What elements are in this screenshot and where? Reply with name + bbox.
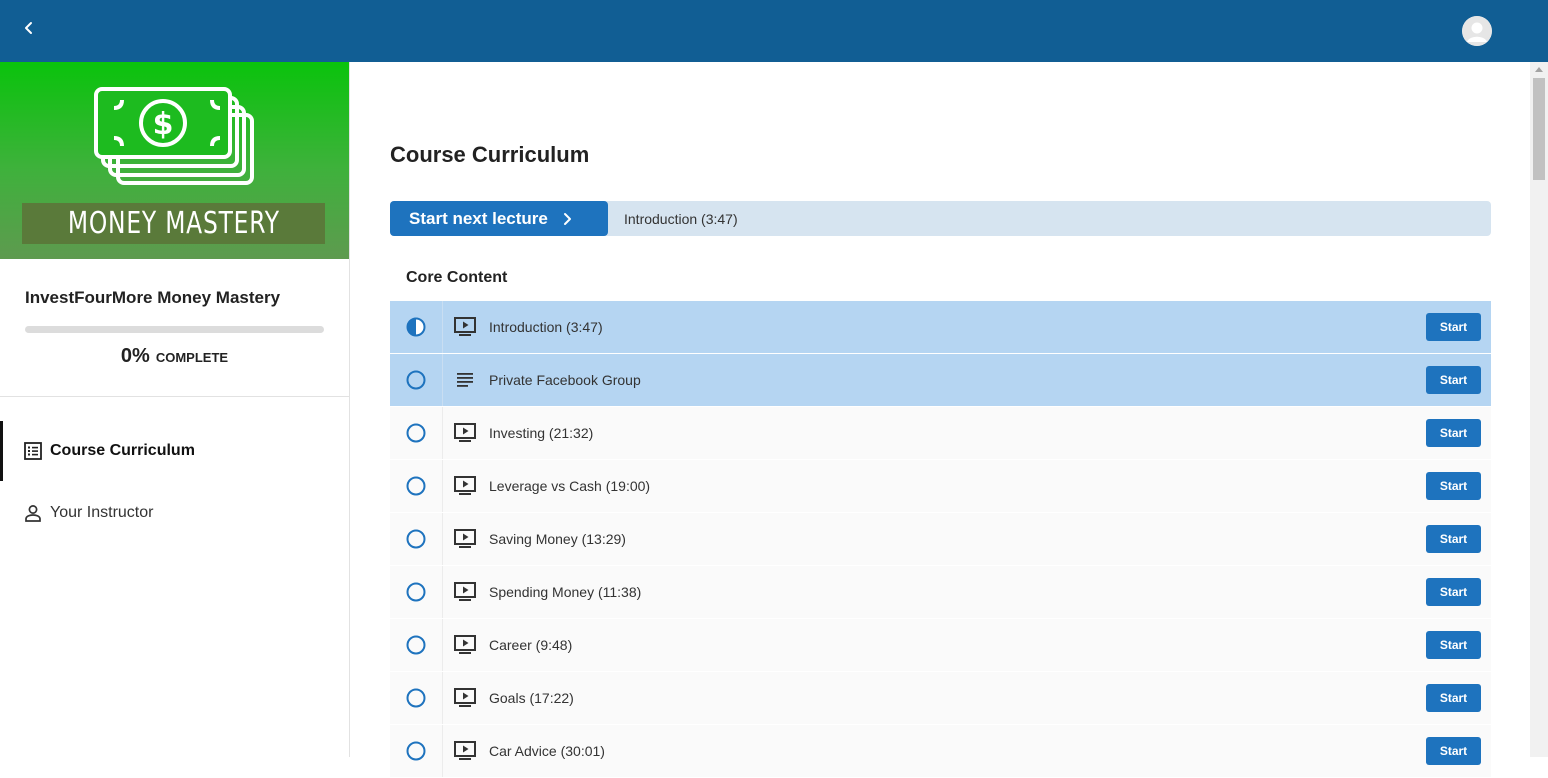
main-content: Course Curriculum Start next lecture Int… (350, 62, 1530, 778)
sidebar: $ MONEY MASTERY InvestFourMore Money Mas… (0, 62, 350, 757)
circle-icon (390, 354, 443, 406)
money-icon: $ (94, 87, 254, 185)
sidebar-divider (0, 396, 349, 397)
progress-complete-label: COMPLETE (155, 350, 229, 365)
lecture-row[interactable]: Spending Money (11:38) Start (390, 566, 1491, 619)
hero-title-band: MONEY MASTERY (22, 203, 325, 244)
lecture-row[interactable]: Saving Money (13:29) Start (390, 513, 1491, 566)
scroll-thumb[interactable] (1533, 78, 1545, 180)
lecture-row[interactable]: Car Advice (30:01) Start (390, 725, 1491, 778)
chevron-right-icon (563, 212, 571, 225)
progress-text: 0% COMPLETE (0, 345, 349, 368)
scroll-up-arrow-icon[interactable] (1535, 67, 1543, 72)
user-avatar-icon (1462, 16, 1492, 46)
lecture-title: Career (9:48) (489, 637, 573, 653)
lecture-row[interactable]: Career (9:48) Start (390, 619, 1491, 672)
text-lines-icon (453, 368, 477, 392)
video-icon (453, 739, 477, 763)
lecture-title: Leverage vs Cash (19:00) (489, 478, 651, 494)
circle-icon (390, 407, 443, 459)
circle-icon (390, 513, 443, 565)
start-button[interactable]: Start (1426, 525, 1481, 553)
next-lecture-bar: Start next lecture Introduction (3:47) (390, 201, 1491, 236)
course-hero-image: $ MONEY MASTERY (0, 62, 349, 259)
hero-title: MONEY MASTERY (67, 206, 280, 241)
page-title: Course Curriculum (390, 142, 590, 167)
video-icon (453, 474, 477, 498)
top-bar (0, 0, 1548, 62)
start-button[interactable]: Start (1426, 631, 1481, 659)
user-avatar[interactable] (1462, 16, 1492, 46)
circle-icon (390, 566, 443, 618)
circle-icon (390, 672, 443, 724)
start-button[interactable]: Start (1426, 366, 1481, 394)
circle-icon (390, 619, 443, 671)
sidebar-item-course-curriculum[interactable]: Course Curriculum (0, 421, 349, 481)
person-icon (23, 503, 43, 523)
video-icon (453, 633, 477, 657)
half-circle-icon (390, 301, 443, 353)
lecture-title: Goals (17:22) (489, 690, 574, 706)
video-icon (453, 580, 477, 604)
start-button[interactable]: Start (1426, 737, 1481, 765)
circle-icon (390, 460, 443, 512)
sidebar-item-label: Course Curriculum (50, 442, 195, 459)
start-button[interactable]: Start (1426, 472, 1481, 500)
start-button[interactable]: Start (1426, 578, 1481, 606)
progress-percent: 0% (120, 345, 150, 367)
scrollbar[interactable] (1530, 62, 1548, 757)
video-icon (453, 315, 477, 339)
lecture-list: Introduction (3:47) Start Private Facebook… (390, 301, 1491, 778)
start-button[interactable]: Start (1426, 419, 1481, 447)
sidebar-item-your-instructor[interactable]: Your Instructor (0, 483, 349, 543)
start-button[interactable]: Start (1426, 684, 1481, 712)
start-next-lecture-label: Start next lecture (409, 208, 548, 228)
next-lecture-name: Introduction (3:47) (624, 211, 738, 227)
start-button[interactable]: Start (1426, 313, 1481, 341)
progress-bar (25, 326, 324, 333)
list-icon (23, 441, 43, 461)
lecture-title: Investing (21:32) (489, 425, 594, 441)
lecture-row[interactable]: Private Facebook Group Start (390, 354, 1491, 407)
lecture-title: Saving Money (13:29) (489, 531, 626, 547)
svg-text:$: $ (153, 107, 174, 142)
lecture-row[interactable]: Leverage vs Cash (19:00) Start (390, 460, 1491, 513)
sidebar-item-label: Your Instructor (50, 504, 154, 521)
start-next-lecture-button[interactable]: Start next lecture (390, 201, 608, 236)
lecture-title: Private Facebook Group (489, 372, 641, 388)
video-icon (453, 527, 477, 551)
circle-icon (390, 725, 443, 777)
lecture-row[interactable]: Goals (17:22) Start (390, 672, 1491, 725)
video-icon (453, 421, 477, 445)
lecture-row[interactable]: Investing (21:32) Start (390, 407, 1491, 460)
lecture-title: Introduction (3:47) (489, 319, 603, 335)
video-icon (453, 686, 477, 710)
chevron-left-icon (25, 22, 32, 34)
lecture-row[interactable]: Introduction (3:47) Start (390, 301, 1491, 354)
back-button[interactable] (16, 15, 42, 41)
section-title: Core Content (406, 269, 508, 286)
course-name: InvestFourMore Money Mastery (25, 288, 281, 307)
lecture-title: Spending Money (11:38) (489, 584, 642, 600)
